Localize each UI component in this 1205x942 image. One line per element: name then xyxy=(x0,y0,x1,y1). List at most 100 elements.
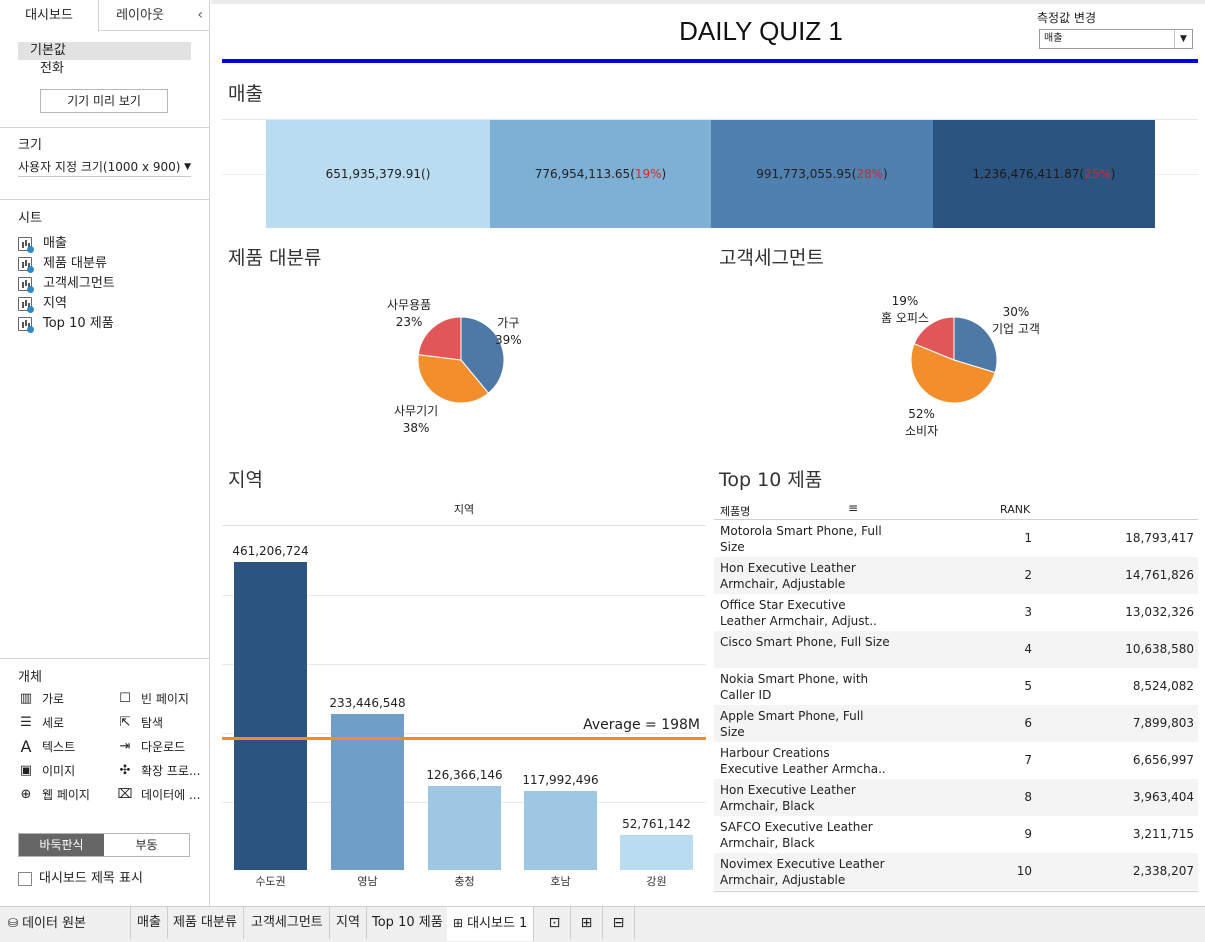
pie-label-text: 사무기기 38% xyxy=(394,404,439,435)
sort-icon[interactable]: ≡ xyxy=(848,501,858,515)
rank-cell: 9 xyxy=(1024,827,1032,841)
region-bar[interactable] xyxy=(234,561,307,870)
sheet-item-sales[interactable]: 매출 xyxy=(18,234,115,254)
table-row[interactable]: Nokia Smart Phone, with Caller ID 5 8,524,… xyxy=(714,668,1198,705)
region-bar[interactable] xyxy=(428,785,501,870)
sales-value-cell: 13,032,326 xyxy=(1125,605,1194,619)
product-name-cell: Hon Executive Leather Armchair, Black xyxy=(720,783,856,813)
table-row[interactable]: Hon Executive Leather Armchair, Adjustab… xyxy=(714,557,1198,594)
sheet-item-category[interactable]: 제품 대분류 xyxy=(18,254,115,274)
tab-sheet-category[interactable]: 제품 대분류 xyxy=(167,907,244,939)
table-bottom-border xyxy=(714,891,1198,892)
object-label: 확장 프로... xyxy=(141,764,201,778)
region-bar[interactable] xyxy=(524,791,597,870)
new-story-button[interactable]: ⊟ xyxy=(603,907,635,939)
object-text[interactable]: A 텍스트 xyxy=(18,738,76,756)
x-tick-label: 수도권 xyxy=(255,875,286,888)
sheet-item-segment[interactable]: 고객세그먼트 xyxy=(18,274,115,294)
parameter-value: 매출 xyxy=(1044,33,1063,44)
tab-layout[interactable]: 레이아웃 xyxy=(100,0,180,31)
sheet-item-region[interactable]: 지역 xyxy=(18,294,115,314)
worksheet-icon xyxy=(18,237,34,253)
rank-cell: 5 xyxy=(1024,679,1032,693)
tab-sheet-sales[interactable]: 매출 xyxy=(131,907,168,939)
tab-data-source[interactable]: ⛁ 데이터 원본 xyxy=(0,907,131,939)
object-label: 세로 xyxy=(42,716,65,730)
top10-section-title: Top 10 제품 xyxy=(719,469,823,491)
device-preview-button[interactable]: 기기 미리 보기 xyxy=(40,89,168,113)
sales-value-cell: 3,963,404 xyxy=(1132,790,1194,804)
pie-label-text: 사무용품 23% xyxy=(387,298,432,329)
table-body: Motorola Smart Phone, Full Size 1 18,793,4… xyxy=(714,520,1198,890)
new-dashboard-button[interactable]: ⊞ xyxy=(571,907,603,939)
collapse-panel-icon[interactable]: ‹ xyxy=(197,0,203,31)
table-row[interactable]: Novimex Executive Leather Armchair, Adju… xyxy=(714,853,1198,890)
product-name-cell: Cisco Smart Phone, Full Size xyxy=(720,635,890,649)
tab-sheet-region[interactable]: 지역 xyxy=(330,907,367,939)
floating-button[interactable]: 부동 xyxy=(104,834,189,856)
sales-segment[interactable]: 651,935,379.91() xyxy=(266,120,490,228)
pie-label-home-office: 19% 홈 오피스 xyxy=(881,293,929,327)
device-default[interactable]: 기본값 xyxy=(18,42,191,60)
vertical-container-icon: ☰ xyxy=(20,715,32,730)
average-label: Average = 198M xyxy=(583,716,700,733)
pie-label-text: 가구 39% xyxy=(495,316,522,347)
object-data-story[interactable]: ⌧ 데이터에 ... xyxy=(117,786,201,804)
table-row[interactable]: Apple Smart Phone, Full Size 6 7,899,803 xyxy=(714,705,1198,742)
rank-cell: 8 xyxy=(1024,790,1032,804)
download-icon: ⇥ xyxy=(119,739,131,754)
tab-label: 지역 xyxy=(336,915,360,930)
tab-dashboard-1[interactable]: ⊞ 대시보드 1 xyxy=(447,907,535,941)
sheet-item-label: 제품 대분류 xyxy=(43,256,107,271)
table-row[interactable]: Cisco Smart Phone, Full Size 4 10,638,580 xyxy=(714,631,1198,668)
new-worksheet-button[interactable]: ⊡ xyxy=(539,907,571,939)
average-reference-line[interactable] xyxy=(222,736,706,740)
size-dropdown[interactable]: 사용자 지정 크기(1000 x 900) ▼ xyxy=(18,157,191,177)
object-extension[interactable]: ✣ 확장 프로... xyxy=(117,762,201,780)
column-header-rank[interactable]: RANK xyxy=(1000,503,1030,516)
sheet-item-top10[interactable]: Top 10 제품 xyxy=(18,314,115,334)
sales-segment[interactable]: 776,954,113.65(19%) xyxy=(490,120,711,228)
object-blank[interactable]: ☐ 빈 페이지 xyxy=(117,690,189,708)
object-image[interactable]: ▣ 이미지 xyxy=(18,762,75,780)
tiled-button[interactable]: 바둑판식 xyxy=(19,834,104,856)
show-dashboard-title-checkbox[interactable]: 대시보드 제목 표시 xyxy=(18,870,143,888)
table-row[interactable]: Hon Executive Leather Armchair, Black 8 3,… xyxy=(714,779,1198,816)
bar-value-label: 117,992,496 xyxy=(522,773,599,788)
worksheet-icon xyxy=(18,257,34,273)
object-label: 가로 xyxy=(42,692,65,706)
pie-label-consumer: 52% 소비자 xyxy=(905,406,938,440)
canvas-top-strip xyxy=(211,0,1205,4)
device-phone[interactable]: 전화 xyxy=(18,60,191,78)
x-tick-label: 영남 xyxy=(357,875,378,888)
tab-dashboard[interactable]: 대시보드 xyxy=(0,0,99,32)
region-bar[interactable] xyxy=(620,834,693,870)
table-row[interactable]: SAFCO Executive Leather Armchair, Black 9… xyxy=(714,816,1198,853)
bar-value-label: 126,366,146 xyxy=(426,767,503,782)
measure-parameter-dropdown[interactable]: 매출 ▼ xyxy=(1039,29,1193,49)
object-vertical[interactable]: ☰ 세로 xyxy=(18,714,64,732)
tab-label: 제품 대분류 xyxy=(173,915,237,930)
segment-growth: 25% xyxy=(1084,167,1111,181)
sales-segment[interactable]: 1,236,476,411.87(25%) xyxy=(933,120,1155,228)
column-header-product[interactable]: 제품명 xyxy=(720,503,750,519)
table-row[interactable]: Office Star Executive Leather Armchair, … xyxy=(714,594,1198,631)
tab-sheet-top10[interactable]: Top 10 제품 xyxy=(366,907,450,939)
dropdown-arrow-icon: ▼ xyxy=(184,162,191,172)
pie-label-text: 19% 홈 오피스 xyxy=(881,294,929,325)
dashboard-title: DAILY QUIZ 1 xyxy=(679,16,843,46)
object-horizontal[interactable]: ▥ 가로 xyxy=(18,690,64,708)
dashboard-icon: ⊞ xyxy=(453,916,464,930)
bar-value-label: 52,761,142 xyxy=(622,816,691,831)
title-underline xyxy=(222,59,1198,63)
object-webpage[interactable]: ⊕ 웹 페이지 xyxy=(18,786,90,804)
table-row[interactable]: Harbour Creations Executive Leather Armc… xyxy=(714,742,1198,779)
database-icon: ⛁ xyxy=(8,916,19,930)
dashboard-canvas: DAILY QUIZ 1 측정값 변경 매출 ▼ 매출 651,935,379.… xyxy=(211,0,1205,906)
tab-sheet-segment[interactable]: 고객세그먼트 xyxy=(245,907,330,939)
table-row[interactable]: Motorola Smart Phone, Full Size 1 18,793,4… xyxy=(714,520,1198,557)
sales-segment[interactable]: 991,773,055.95(28%) xyxy=(711,120,933,228)
object-navigation[interactable]: ⇱ 탐색 xyxy=(117,714,164,732)
object-download[interactable]: ⇥ 다운로드 xyxy=(117,738,186,756)
rank-cell: 2 xyxy=(1024,568,1032,582)
